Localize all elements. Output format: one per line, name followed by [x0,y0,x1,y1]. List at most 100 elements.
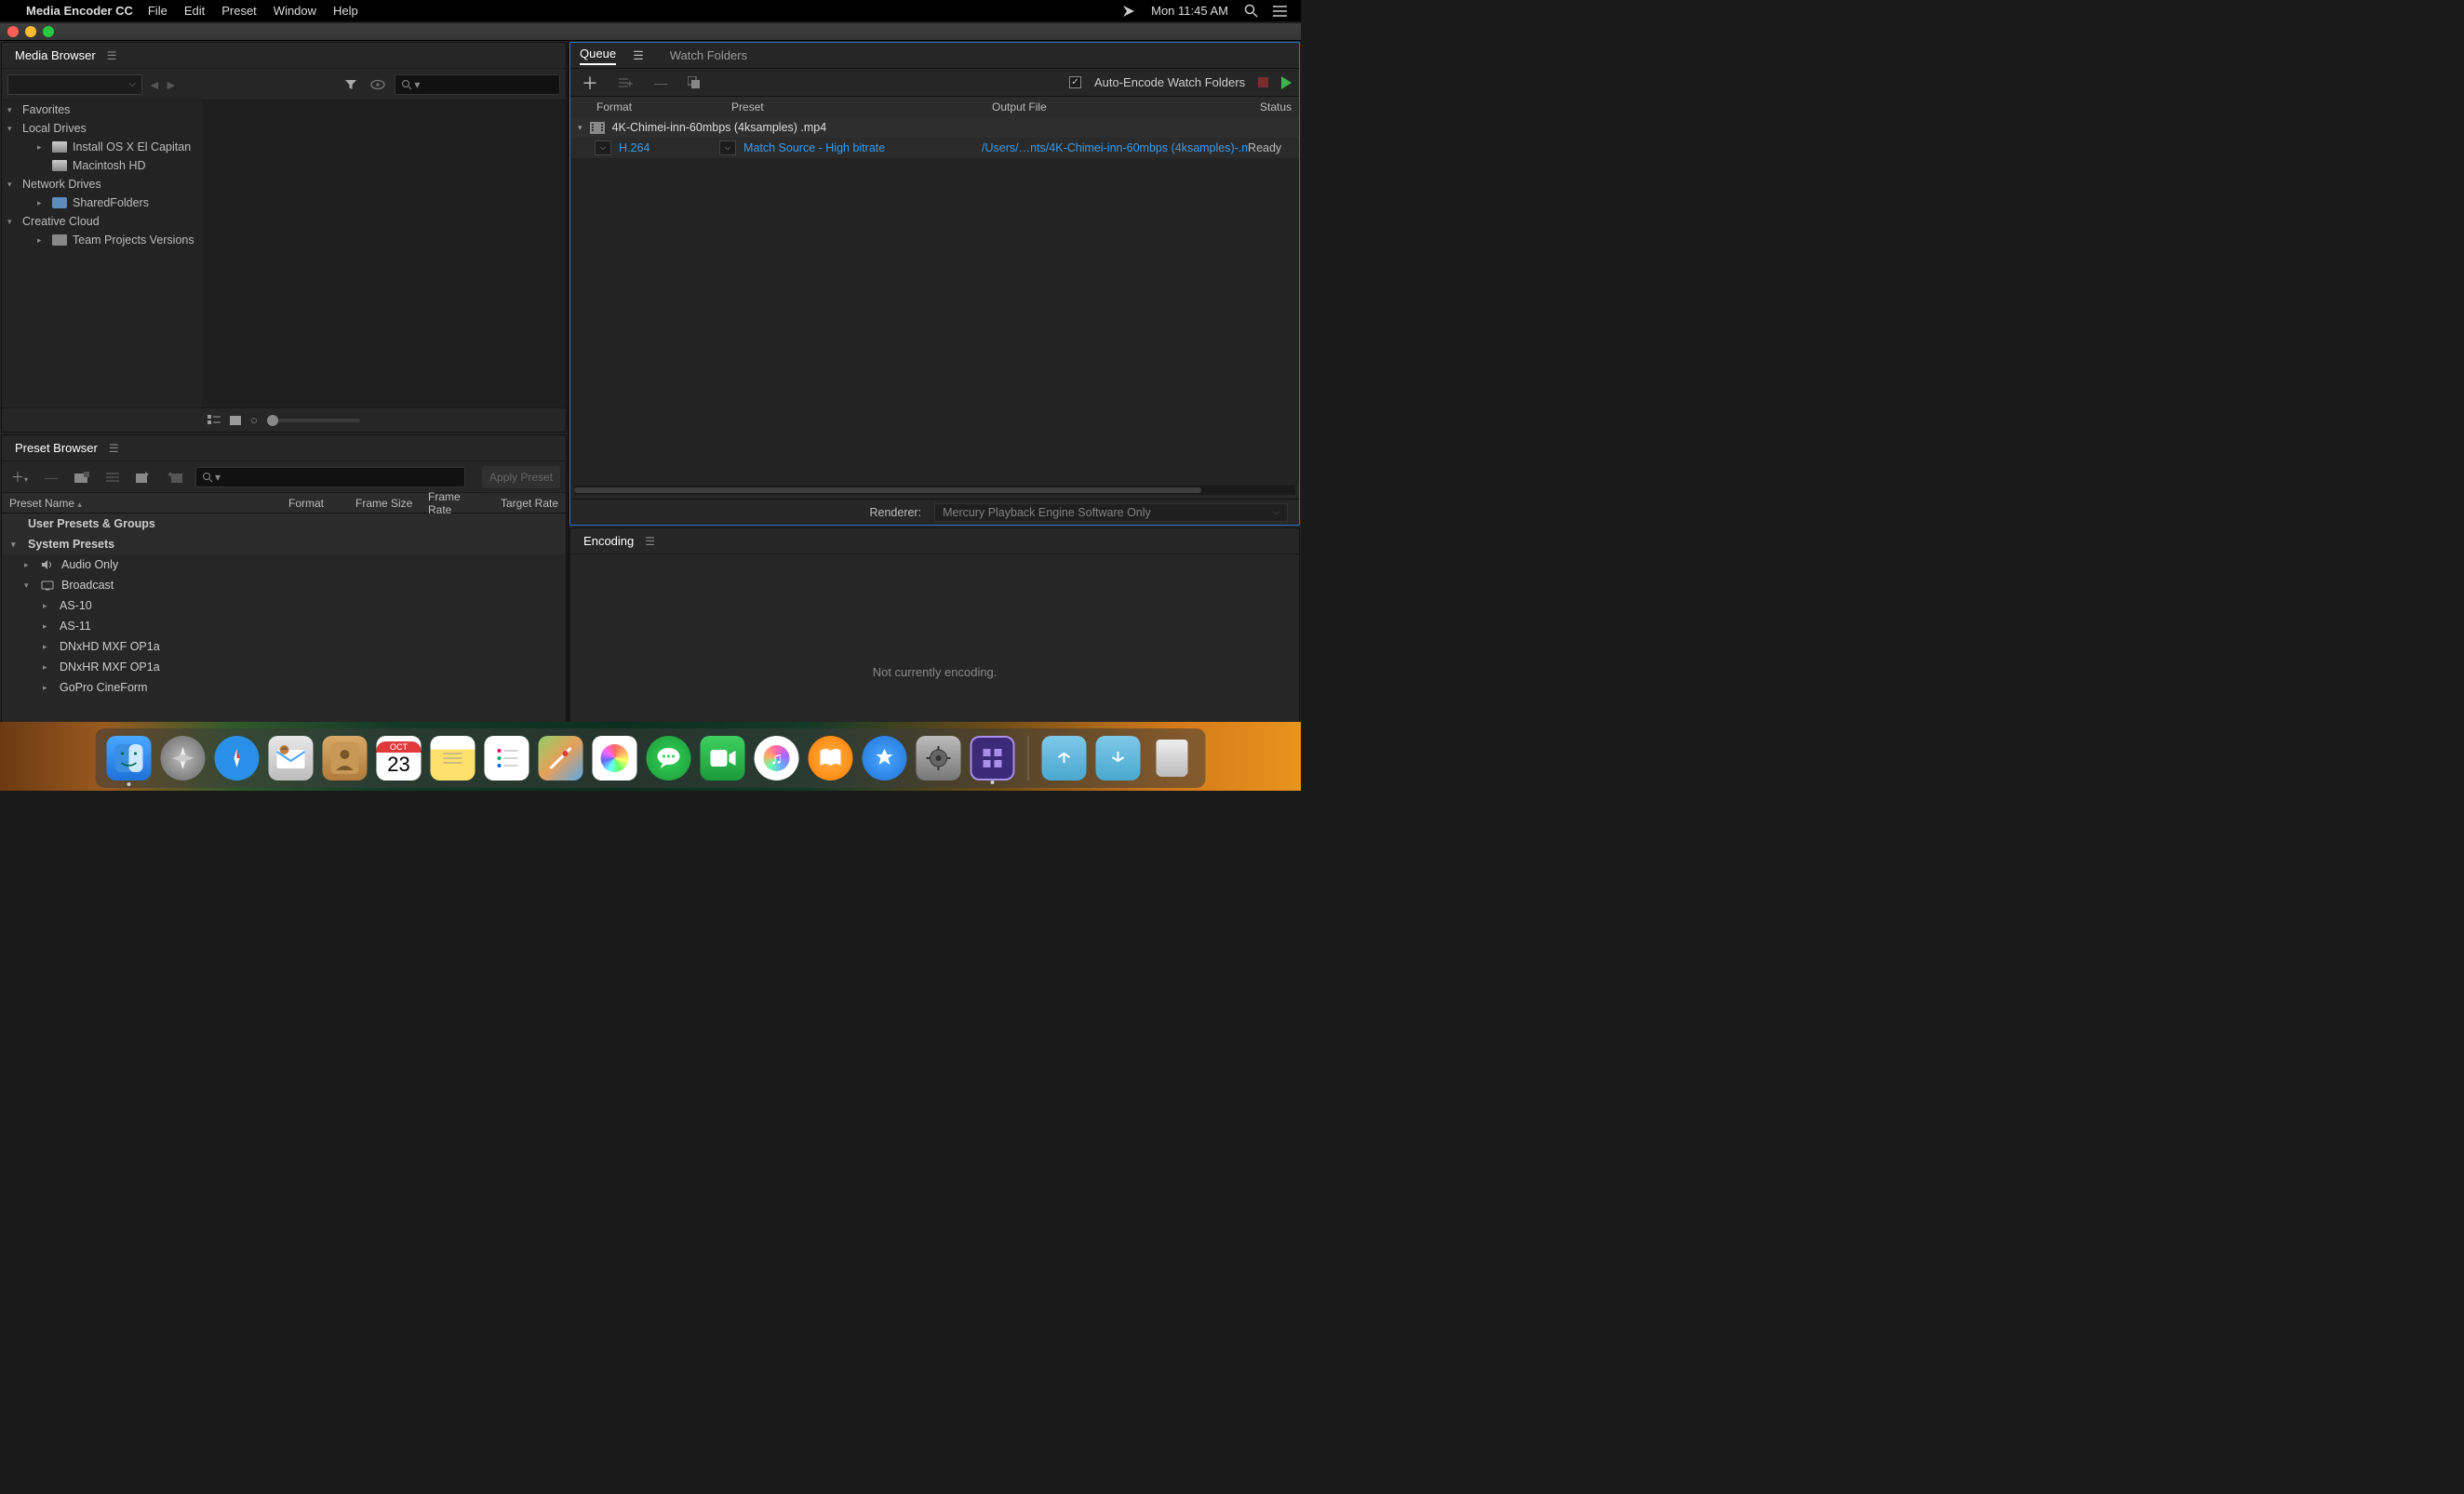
preset-as10[interactable]: ▸AS-10 [2,595,566,616]
app-name[interactable]: Media Encoder CC [26,4,133,18]
preset-settings-icon[interactable] [102,470,123,485]
window-close-button[interactable] [7,26,19,37]
duplicate-icon[interactable] [684,74,704,91]
qcol-output[interactable]: Output File [984,100,1252,113]
encoding-menu-icon[interactable]: ☰ [645,535,655,548]
stop-queue-button[interactable] [1258,77,1268,87]
preset-gopro[interactable]: ▸GoPro CineForm [2,677,566,698]
dock-applications-folder[interactable] [1042,736,1087,780]
dock-reminders[interactable] [485,736,529,780]
dock-media-encoder[interactable] [971,736,1015,780]
dock-appstore[interactable] [863,736,907,780]
preset-search[interactable]: ▾ [195,467,465,487]
col-preset-name[interactable]: Preset Name ▴ [2,497,281,510]
add-preset-icon[interactable]: ＋▾ [7,466,32,488]
view-thumb-icon[interactable] [230,416,241,425]
menu-help[interactable]: Help [333,4,358,18]
media-browser-search[interactable]: ▾ [395,74,560,95]
tree-item-sharedfolders[interactable]: ▸SharedFolders [2,193,202,212]
window-zoom-button[interactable] [43,26,54,37]
media-browser-tab[interactable]: Media Browser [11,45,100,66]
media-browser-menu-icon[interactable]: ☰ [107,49,117,62]
tab-watch-folders[interactable]: Watch Folders [670,48,747,62]
dock-calendar[interactable]: OCT 23 [377,736,422,780]
tree-creative-cloud[interactable]: ▾Creative Cloud [2,212,202,231]
tree-local-drives[interactable]: ▾Local Drives [2,119,202,138]
dock-photos[interactable] [593,736,637,780]
start-queue-button[interactable] [1281,76,1292,89]
tree-favorites[interactable]: ▾Favorites [2,100,202,119]
preset-browser-menu-icon[interactable]: ☰ [109,442,119,455]
dock-messages[interactable] [647,736,691,780]
nav-forward-icon[interactable]: ► [165,77,178,92]
remove-icon[interactable]: — [650,73,671,92]
preset-dnxhd[interactable]: ▸DNxHD MXF OP1a [2,636,566,657]
preset-browser-tab[interactable]: Preset Browser [11,437,101,459]
dock-contacts[interactable] [323,736,368,780]
queue-hscrollbar[interactable] [574,486,1295,495]
preset-dropdown[interactable]: ⌵ [719,140,736,155]
col-target-rate[interactable]: Target Rate [493,497,566,510]
menu-edit[interactable]: Edit [184,4,205,18]
dock-mail[interactable] [269,736,314,780]
format-dropdown[interactable]: ⌵ [595,140,611,155]
encoding-tab[interactable]: Encoding [580,530,637,552]
tree-item-team-projects[interactable]: ▸Team Projects Versions [2,231,202,249]
nav-back-icon[interactable]: ◄ [148,77,161,92]
status-icon[interactable] [1121,4,1136,19]
export-preset-icon[interactable] [164,470,186,485]
menu-file[interactable]: File [148,4,167,18]
preset-dnxhr[interactable]: ▸DNxHR MXF OP1a [2,657,566,677]
qcol-status[interactable]: Status [1252,100,1299,113]
dock-safari[interactable] [215,736,260,780]
dock-itunes[interactable]: ♫ [755,736,799,780]
queue-source-row[interactable]: ▾ 4K-Chimei-inn-60mbps (4ksamples) .mp4 [570,117,1299,138]
media-browser-path-dropdown[interactable]: ⌵ [7,74,142,95]
view-list-icon[interactable] [208,415,221,426]
output-preset[interactable]: Match Source - High bitrate [743,141,982,154]
col-frame-size[interactable]: Frame Size [348,497,421,510]
filter-icon[interactable] [341,76,361,93]
thumbnail-size-slider[interactable] [267,419,360,422]
window-minimize-button[interactable] [25,26,36,37]
add-output-icon[interactable] [615,74,637,91]
dock-trash[interactable] [1150,736,1195,780]
ingest-icon[interactable] [367,77,389,92]
dock-facetime[interactable] [701,736,745,780]
apply-preset-button[interactable]: Apply Preset [482,466,560,488]
dock-launchpad[interactable] [161,736,206,780]
notification-center-icon[interactable] [1273,4,1288,19]
output-format[interactable]: H.264 [619,141,719,154]
preset-audio-only[interactable]: ▸Audio Only [2,554,566,575]
expand-icon[interactable]: ▾ [578,123,583,133]
qcol-format[interactable]: Format [570,100,724,113]
tree-network-drives[interactable]: ▾Network Drives [2,175,202,193]
menu-preset[interactable]: Preset [221,4,257,18]
col-format[interactable]: Format [281,497,348,510]
import-preset-icon[interactable] [132,470,154,485]
preset-user-groups[interactable]: User Presets & Groups [2,514,566,534]
menubar-clock[interactable]: Mon 11:45 AM [1151,4,1228,18]
dock-maps[interactable] [539,736,583,780]
output-path[interactable]: /Users/…nts/4K-Chimei-inn-60mbps (4ksamp… [982,141,1248,154]
qcol-preset[interactable]: Preset [724,100,984,113]
queue-output-row[interactable]: ⌵ H.264 ⌵ Match Source - High bitrate /U… [570,138,1299,158]
preset-as11[interactable]: ▸AS-11 [2,616,566,636]
menu-window[interactable]: Window [274,4,316,18]
preset-system-presets[interactable]: ▾System Presets [2,534,566,554]
preset-broadcast[interactable]: ▾Broadcast [2,575,566,595]
queue-menu-icon[interactable]: ☰ [633,48,644,63]
spotlight-icon[interactable] [1243,4,1258,19]
new-group-icon[interactable] [71,470,93,485]
tree-item-macintosh-hd[interactable]: ▸Macintosh HD [2,156,202,175]
dock-system-preferences[interactable] [917,736,961,780]
remove-preset-icon[interactable]: — [41,468,61,487]
auto-encode-checkbox[interactable]: ✓ [1069,76,1081,88]
tab-queue[interactable]: Queue [580,47,616,65]
renderer-select[interactable]: Mercury Playback Engine Software Only ⌵ [934,503,1288,522]
add-source-icon[interactable]: ＋ [578,69,602,97]
col-frame-rate[interactable]: Frame Rate [421,490,493,516]
dock-finder[interactable] [107,736,152,780]
dock-notes[interactable] [431,736,475,780]
dock-downloads-folder[interactable] [1096,736,1141,780]
